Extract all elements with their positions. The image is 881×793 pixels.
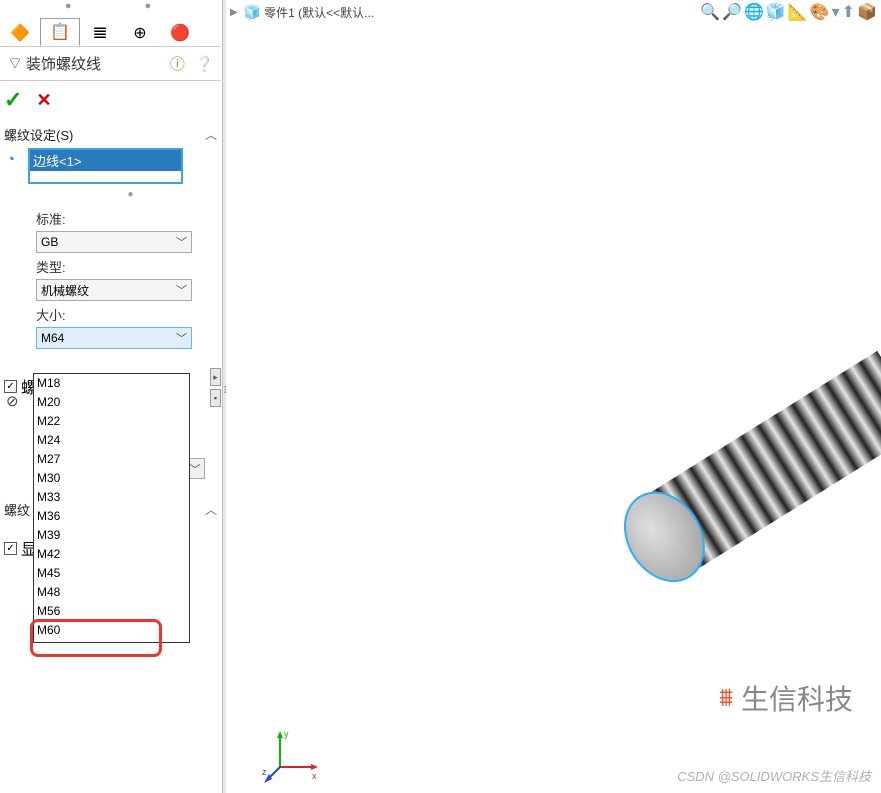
tab-feature-tree[interactable]: 📋 — [40, 18, 80, 46]
combo-type-value: 机械螺纹 — [41, 282, 89, 299]
tab-dimensions[interactable]: 𝌆 — [80, 18, 120, 46]
feature-title: 装饰螺纹线 — [26, 53, 167, 74]
section-thread-settings[interactable]: 螺纹设定(S) ︿ — [0, 119, 221, 146]
combo-standard[interactable]: GB ﹀ — [36, 231, 192, 253]
thread-feature-icon: ⌔ — [4, 53, 26, 74]
display-style-icon[interactable]: 📐 — [788, 2, 808, 22]
edge-selection-list[interactable]: 边线<1> — [28, 148, 183, 184]
size-option[interactable]: M39 — [34, 526, 189, 545]
model-threaded-rod[interactable] — [640, 351, 881, 576]
axis-z-label: z — [262, 767, 267, 777]
size-option[interactable]: M60 — [34, 621, 189, 640]
zoom-fit-icon[interactable]: 🔍 — [700, 2, 720, 22]
checkbox-thread[interactable]: ✓ — [4, 380, 17, 393]
3d-viewport[interactable]: ⩩ 生信科技 CSDN @SOLIDWORKS生信科技 y x z — [226, 24, 881, 793]
part-icon: 🧊 — [244, 4, 261, 21]
chevron-down-icon: ﹀ — [176, 234, 187, 250]
property-tabs: 🔶 📋 𝌆 ⊕ 🔴 — [0, 18, 221, 47]
panel-pin-button[interactable]: ▪ — [210, 389, 221, 407]
size-option[interactable]: M22 — [34, 412, 189, 431]
size-option[interactable]: M18 — [34, 374, 189, 393]
diameter-icon: ⊘ — [6, 392, 19, 410]
tab-appearance[interactable]: 🔴 — [160, 18, 200, 46]
scene-icon[interactable]: 🎨 — [810, 2, 830, 22]
section-label: 螺纹设定(S) — [4, 125, 205, 144]
size-option[interactable]: M33 — [34, 488, 189, 507]
tab-target[interactable]: ⊕ — [120, 18, 160, 46]
label-standard: 标准: — [0, 205, 221, 231]
resize-dot[interactable]: ● — [0, 189, 221, 200]
help-icon[interactable]: ⓘ — [170, 56, 185, 73]
panel-collapse-button[interactable]: ▸ — [210, 368, 221, 386]
size-option[interactable]: M45 — [34, 564, 189, 583]
part-name[interactable]: 零件1 (默认<<默认... — [264, 4, 374, 21]
section-view-icon[interactable]: 🧊 — [766, 2, 786, 22]
label-type: 类型: — [0, 253, 221, 279]
combo-standard-value: GB — [41, 235, 58, 249]
combo-size[interactable]: M64 ﹀ — [36, 327, 192, 349]
perspective-icon[interactable]: ⬆ — [842, 2, 855, 22]
axis-x-label: x — [312, 771, 317, 781]
chevron-down-icon: ﹀ — [176, 330, 187, 346]
chevron-up-icon: ︿ — [205, 126, 217, 143]
expand-tree-icon[interactable]: ▶ — [230, 7, 238, 18]
size-option[interactable]: M27 — [34, 450, 189, 469]
tab-config[interactable]: 🔶 — [0, 18, 40, 46]
size-option[interactable]: M42 — [34, 545, 189, 564]
size-option[interactable]: M36 — [34, 507, 189, 526]
combo-type[interactable]: 机械螺纹 ﹀ — [36, 279, 192, 301]
coordinate-triad[interactable]: y x z — [262, 725, 322, 785]
view-toolbar: 🔍 🔎 🌐 🧊 📐 🎨 ▾ ⬆ 📦 — [700, 2, 877, 22]
help2-icon[interactable]: ❔ — [195, 56, 214, 73]
size-option[interactable]: M64 — [34, 640, 189, 643]
watermark-logo: ⩩ 生信科技 — [719, 678, 853, 718]
orbit-icon[interactable]: 🌐 — [744, 2, 764, 22]
size-option[interactable]: M30 — [34, 469, 189, 488]
cancel-button[interactable]: ✕ — [36, 90, 51, 111]
axis-y-label: y — [284, 729, 289, 739]
brand-logo-icon: ⩩ — [719, 682, 733, 714]
watermark-text: CSDN @SOLIDWORKS生信科技 — [677, 766, 871, 785]
size-option[interactable]: M24 — [34, 431, 189, 450]
edge-item[interactable]: 边线<1> — [30, 150, 181, 171]
combo-size-value: M64 — [41, 331, 64, 345]
label-size: 大小: — [0, 301, 221, 327]
brand-name: 生信科技 — [741, 678, 853, 718]
feature-header: ⌔ 装饰螺纹线 ⓘ ❔ — [0, 47, 221, 81]
size-option[interactable]: M20 — [34, 393, 189, 412]
checkbox-display[interactable]: ✓ — [4, 542, 17, 555]
edge-selection-icon: ◔ — [6, 148, 28, 168]
size-option[interactable]: M56 — [34, 602, 189, 621]
size-dropdown[interactable]: M18 M20 M22 M24 M27 M30 M33 M36 M39 M42 … — [33, 373, 190, 643]
zoom-area-icon[interactable]: 🔎 — [722, 2, 742, 22]
ok-button[interactable]: ✓ — [4, 87, 22, 113]
view-orient-icon[interactable]: ▾ — [832, 2, 840, 22]
chevron-up-icon: ︿ — [205, 501, 217, 518]
render-icon[interactable]: 📦 — [857, 2, 877, 22]
drag-dots-top — [0, 0, 221, 18]
chevron-down-icon: ﹀ — [176, 282, 187, 298]
size-option[interactable]: M48 — [34, 583, 189, 602]
